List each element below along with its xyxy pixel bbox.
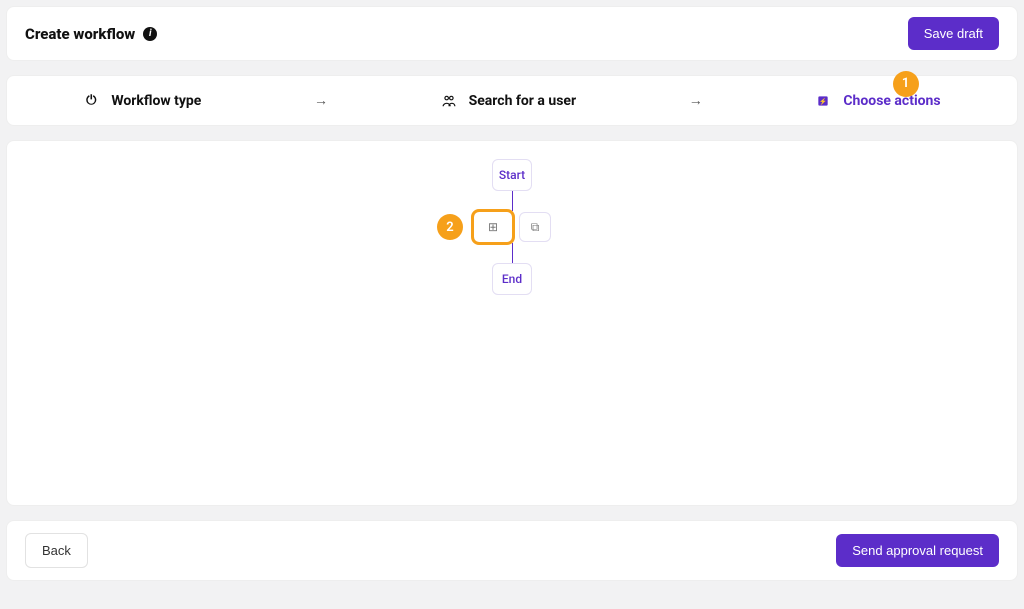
header-title-wrap: Create workflow i [25, 25, 157, 43]
step-label: Choose actions [843, 93, 940, 109]
info-icon[interactable]: i [143, 27, 157, 41]
add-action-button[interactable]: ⊞ [473, 211, 513, 243]
power-icon: ⏻ [83, 93, 99, 109]
step-choose-actions[interactable]: ⚡ Choose actions 1 [815, 93, 940, 109]
page-title: Create workflow [25, 25, 135, 43]
flow-connector [512, 243, 513, 263]
steps-panel: ⏻ Workflow type → Search for a user → ⚡ … [6, 75, 1018, 126]
flow-end-node[interactable]: End [492, 263, 532, 295]
back-button[interactable]: Back [25, 533, 88, 568]
chevron-right-icon: → [314, 92, 328, 109]
flow-column: Start 2 ⊞ ⧉ End [473, 159, 551, 295]
copy-action-button[interactable]: ⧉ [519, 212, 551, 242]
footer-panel: Back Send approval request [6, 520, 1018, 581]
actions-icon: ⚡ [815, 93, 831, 109]
canvas-panel: Start 2 ⊞ ⧉ End [6, 140, 1018, 506]
save-draft-button[interactable]: Save draft [908, 17, 999, 50]
copy-icon: ⧉ [531, 220, 540, 235]
step-label: Workflow type [111, 93, 201, 109]
users-icon [441, 93, 457, 109]
svg-text:⚡: ⚡ [819, 97, 827, 105]
plus-icon: ⊞ [488, 220, 498, 234]
step-workflow-type[interactable]: ⏻ Workflow type [83, 93, 201, 109]
flow-start-node[interactable]: Start [492, 159, 532, 191]
flow-connector [512, 191, 513, 211]
step-label: Search for a user [469, 93, 577, 109]
flow-mid-row: 2 ⊞ ⧉ [473, 211, 551, 243]
callout-2: 2 [437, 214, 463, 240]
header-panel: Create workflow i Save draft [6, 6, 1018, 61]
send-approval-button[interactable]: Send approval request [836, 534, 999, 567]
step-search-user[interactable]: Search for a user [441, 93, 577, 109]
chevron-right-icon: → [689, 92, 703, 109]
